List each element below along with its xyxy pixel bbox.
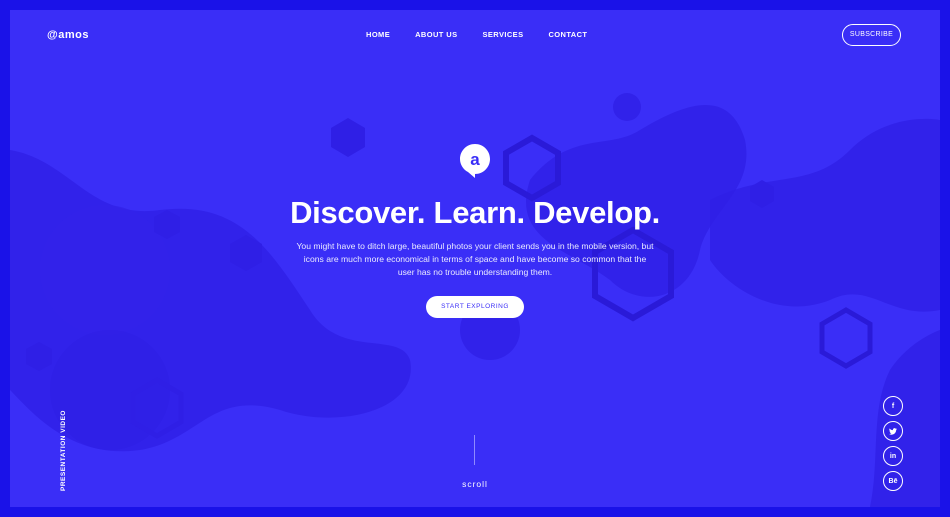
nav-item-contact[interactable]: CONTACT (548, 30, 587, 39)
facebook-icon[interactable]: f (883, 396, 903, 416)
start-exploring-button[interactable]: START EXPLORING (426, 296, 524, 318)
twitter-icon[interactable] (883, 421, 903, 441)
hero-description: You might have to ditch large, beautiful… (296, 241, 654, 277)
a-letter-chat-icon: a (460, 144, 490, 178)
scroll-line (474, 435, 475, 465)
nav-item-home[interactable]: HOME (360, 30, 390, 40)
brand-logo[interactable]: @amos (47, 29, 89, 41)
linkedin-icon[interactable]: in (883, 446, 903, 466)
top-navigation: @amos HOME ABOUT US SERVICES CONTACT SUB… (10, 10, 940, 60)
scroll-indicator[interactable]: scroll (450, 479, 500, 489)
nav-item-services[interactable]: SERVICES (482, 30, 523, 39)
logo-text: amos (58, 29, 89, 41)
hero-title: Discover. Learn. Develop. (290, 195, 660, 230)
logo-mark: @ (47, 29, 59, 41)
hero-frame: @amos HOME ABOUT US SERVICES CONTACT SUB… (10, 10, 940, 507)
twitter-bird-icon (889, 427, 897, 435)
social-links: f in Bē (883, 396, 903, 496)
main-menu: HOME ABOUT US SERVICES CONTACT (360, 30, 612, 40)
nav-item-about-us[interactable]: ABOUT US (415, 30, 457, 39)
subscribe-button[interactable]: SUBSCRIBE (842, 24, 901, 46)
svg-text:a: a (470, 150, 480, 169)
presentation-video-link[interactable]: PRESENTATION VIDEO (60, 410, 67, 491)
behance-icon[interactable]: Bē (883, 471, 903, 491)
